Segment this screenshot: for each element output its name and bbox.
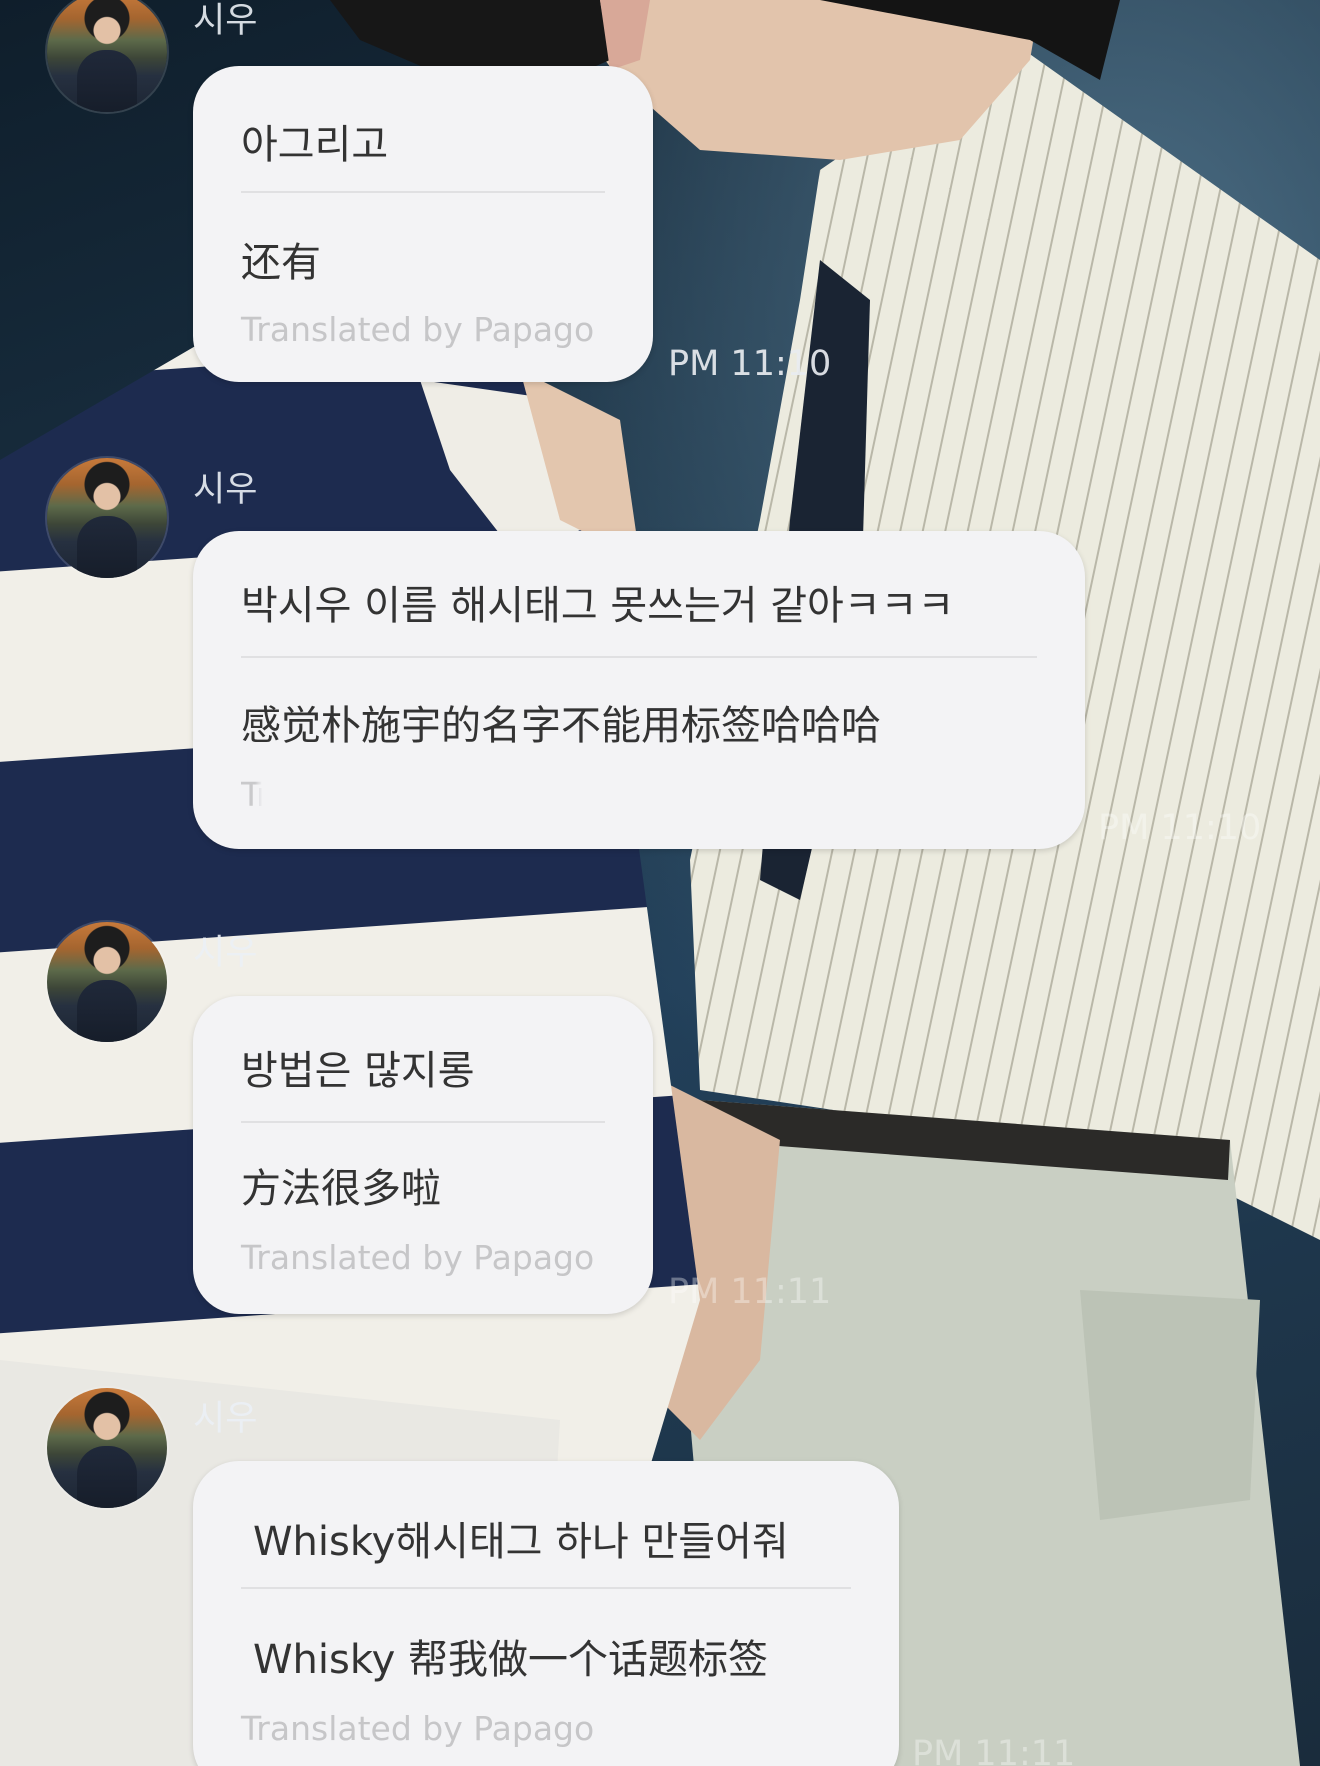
original-text: 방법은 많지롱 — [241, 1048, 475, 1094]
avatar[interactable] — [47, 922, 167, 1042]
avatar[interactable] — [47, 1388, 167, 1508]
translated-text: 感觉朴施宇的名字不能用标签哈哈哈 — [241, 703, 881, 749]
translation-credit: Translated by Papago — [241, 1238, 595, 1277]
translated-text: 还有 — [241, 240, 321, 286]
message-bubble[interactable]: 아그리고 还有 Translated by Papago — [193, 66, 653, 382]
original-text: 박시우 이름 해시태그 못쓰는거 같아ㅋㅋㅋ — [241, 583, 955, 629]
divider — [241, 656, 1037, 658]
divider — [241, 191, 605, 193]
avatar[interactable] — [47, 458, 167, 578]
message-timestamp: PM 11:11 — [668, 1272, 832, 1312]
message-bubble[interactable]: 방법은 많지롱 方法很多啦 Translated by Papago — [193, 996, 653, 1314]
divider — [241, 1587, 851, 1589]
translation-credit: Translated by Papago — [241, 1709, 595, 1748]
original-text: Whisky해시태그 하나 만들어줘 — [253, 1519, 789, 1565]
message-bubble[interactable]: Whisky해시태그 하나 만들어줘 Whisky 帮我做一个话题标签 Tran… — [193, 1461, 899, 1766]
message-bubble[interactable]: 박시우 이름 해시태그 못쓰는거 같아ㅋㅋㅋ 感觉朴施宇的名字不能用标签哈哈哈 … — [193, 531, 1085, 849]
translation-credit: Translated by Papago — [241, 310, 595, 349]
sender-name: 시우 — [193, 1, 258, 41]
translated-text: Whisky 帮我做一个话题标签 — [253, 1637, 768, 1683]
message-timestamp: PM 11:10 — [1098, 808, 1262, 848]
divider — [241, 1121, 605, 1123]
message-timestamp: PM 11:10 — [668, 344, 832, 384]
translation-credit: Translated by Papago — [241, 775, 595, 814]
translated-text: 方法很多啦 — [241, 1166, 441, 1212]
sender-name: 시우 — [193, 470, 258, 510]
message-timestamp: PM 11:11 — [912, 1734, 1076, 1766]
sender-name: 시우 — [193, 1399, 258, 1439]
sender-name: 시우 — [193, 933, 258, 973]
original-text: 아그리고 — [241, 122, 389, 168]
